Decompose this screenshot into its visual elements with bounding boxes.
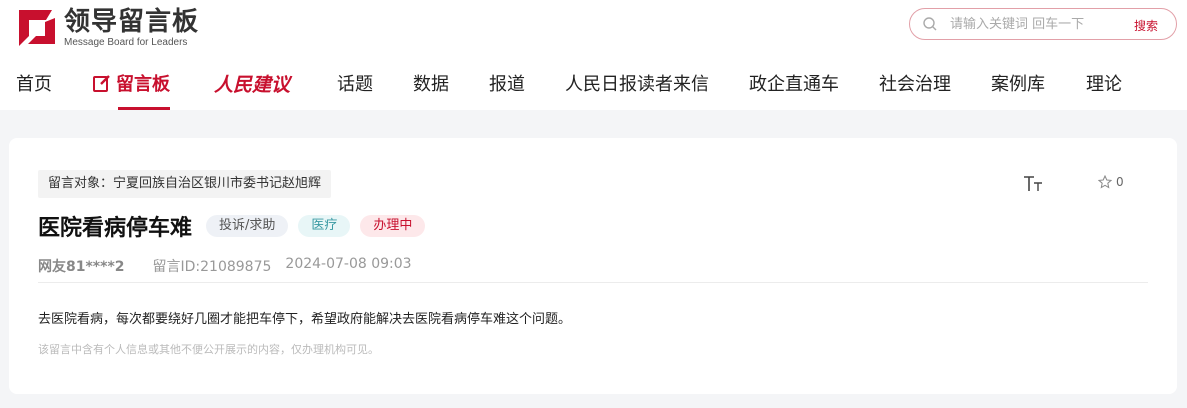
- divider: [38, 282, 1148, 283]
- title-row: 医院看病停车难 投诉/求助 医疗 办理中: [38, 210, 435, 242]
- nav-reports[interactable]: 报道: [489, 66, 525, 110]
- nav-people-suggestion[interactable]: 人民建议: [214, 66, 290, 110]
- favorite-button[interactable]: 0: [1098, 175, 1124, 189]
- star-icon: [1098, 175, 1112, 189]
- status-badge: 办理中: [360, 215, 426, 237]
- pen-icon: [93, 75, 110, 92]
- nav-home[interactable]: 首页: [16, 66, 52, 110]
- message-id: 留言ID:21089875: [152, 259, 272, 275]
- nav-case-library[interactable]: 案例库: [991, 66, 1045, 110]
- logo-title: 领导留言板: [64, 6, 200, 37]
- search-box: 搜索: [909, 8, 1177, 40]
- nav-readers-letters[interactable]: 人民日报读者来信: [565, 66, 709, 110]
- nav-message-board[interactable]: 留言板: [92, 66, 170, 110]
- tag-field: 医疗: [298, 215, 351, 237]
- nav-theory[interactable]: 理论: [1086, 66, 1122, 110]
- author-name: 网友81****2: [38, 259, 125, 275]
- search-input[interactable]: [948, 15, 1132, 33]
- message-title: 医院看病停车难: [38, 216, 193, 241]
- header: 领导留言板 Message Board for Leaders 搜索 首页 留言…: [0, 0, 1187, 110]
- nav-gov-business[interactable]: 政企直通车: [749, 66, 839, 110]
- site-logo[interactable]: 领导留言板 Message Board for Leaders: [16, 6, 199, 48]
- search-button[interactable]: 搜索: [1134, 17, 1158, 34]
- nav-message-board-label: 留言板: [116, 74, 170, 95]
- search-icon: [923, 17, 937, 31]
- message-content: 去医院看病，每次都要绕好几圈才能把车停下，希望政府能解决去医院看病停车难这个问题…: [38, 312, 572, 327]
- nav-topics[interactable]: 话题: [337, 66, 373, 110]
- logo-mark-icon: [19, 10, 55, 46]
- message-target: 留言对象：宁夏回族自治区银川市委书记赵旭辉: [38, 170, 332, 198]
- message-datetime: 2024-07-08 09:03: [285, 256, 412, 272]
- logo-subtitle: Message Board for Leaders: [64, 36, 188, 48]
- message-card: 留言对象：宁夏回族自治区银川市委书记赵旭辉 0 医院看病停车难 投诉/求助 医疗…: [9, 138, 1177, 394]
- privacy-notice: 该留言中含有个人信息或其他不便公开展示的内容，仅办理机构可见。: [38, 343, 379, 356]
- font-size-icon[interactable]: [1023, 175, 1043, 193]
- nav-social-governance[interactable]: 社会治理: [879, 66, 951, 110]
- nav-data[interactable]: 数据: [413, 66, 449, 110]
- message-meta: 网友81****2 留言ID:21089875 2024-07-08 09:03: [38, 256, 412, 276]
- favorite-count: 0: [1116, 175, 1124, 189]
- tag-type: 投诉/求助: [206, 215, 289, 237]
